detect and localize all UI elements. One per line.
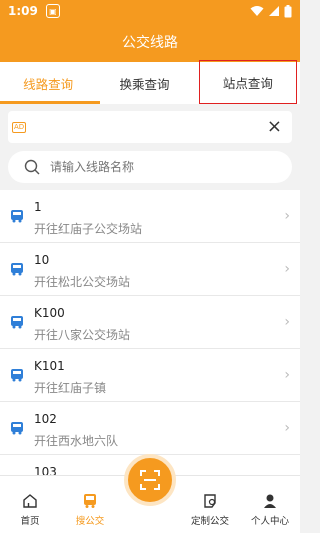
route-destination: 开往松北公交场站: [34, 275, 131, 289]
nav-home-label: 首页: [20, 516, 40, 527]
ad-tag: AD: [12, 121, 27, 133]
bus-icon: [11, 369, 23, 382]
route-destination: 开往红庙子镇: [34, 381, 107, 395]
list-item[interactable]: K100 开往八家公交场站 ›: [0, 296, 300, 349]
route-destination: 开往八家公交场站: [34, 328, 131, 342]
nav-search-bus[interactable]: 搜公交: [60, 476, 120, 533]
user-icon: [264, 494, 276, 508]
search-bar[interactable]: [8, 151, 292, 183]
nav-profile-label: 个人中心: [250, 516, 289, 527]
route-destination: 开往西水地六队: [34, 434, 119, 448]
bus-icon: [84, 494, 96, 508]
bus-icon: [11, 422, 23, 435]
route-destination: 开往红庙子公交场站: [34, 222, 143, 236]
ad-banner[interactable]: AD ×: [8, 111, 292, 143]
nav-custom-bus-label: 定制公交: [190, 516, 229, 527]
chevron-right-icon: ›: [284, 420, 290, 436]
nav-custom-bus[interactable]: 定制公交: [180, 476, 240, 533]
chevron-right-icon: ›: [284, 261, 290, 277]
nav-home[interactable]: 首页: [0, 476, 60, 533]
bus-icon: [11, 263, 23, 276]
tab-transfer-query[interactable]: 换乘查询: [96, 62, 192, 104]
route-number: K100: [34, 306, 65, 320]
chevron-right-icon: ›: [284, 367, 290, 383]
wifi-icon: [250, 6, 264, 16]
tab-stop-query[interactable]: 站点查询: [198, 60, 297, 104]
bottom-nav: 首页 搜公交 定制公交 个人中心: [0, 454, 300, 533]
query-tabs: 线路查询 换乘查询 站点查询: [0, 60, 300, 104]
page-title: 公交线路: [122, 35, 178, 51]
list-item[interactable]: 1 开往红庙子公交场站 ›: [0, 190, 300, 243]
app-header: 1:09 ▣ 公交线路: [0, 0, 300, 62]
list-item[interactable]: K101 开往红庙子镇 ›: [0, 349, 300, 402]
status-icons: [250, 4, 292, 18]
battery-icon: [284, 4, 292, 17]
route-number: K101: [34, 359, 65, 373]
home-icon: [23, 494, 37, 508]
nav-profile[interactable]: 个人中心: [240, 476, 300, 533]
nav-search-bus-label: 搜公交: [75, 516, 105, 527]
search-icon: [24, 159, 40, 175]
status-bar: 1:09 ▣: [8, 2, 292, 20]
list-item[interactable]: 10 开往松北公交场站 ›: [0, 243, 300, 296]
signal-icon: [269, 6, 279, 16]
scan-icon: [140, 470, 160, 490]
route-number: 103: [34, 465, 57, 475]
close-icon[interactable]: ×: [267, 118, 282, 136]
status-time: 1:09: [8, 4, 38, 18]
route-list: 1 开往红庙子公交场站 › 10 开往松北公交场站 › K100 开往八家公交场…: [0, 190, 300, 475]
search-input[interactable]: [50, 160, 250, 174]
bus-icon: [11, 210, 23, 223]
chevron-right-icon: ›: [284, 208, 290, 224]
list-item[interactable]: 102 开往西水地六队 ›: [0, 402, 300, 455]
custom-bus-icon: [204, 494, 216, 508]
scan-button[interactable]: [124, 454, 176, 506]
bus-icon: [11, 316, 23, 329]
tab-route-query[interactable]: 线路查询: [0, 62, 101, 104]
notification-icon: ▣: [45, 4, 60, 18]
scan-button-wrap: [120, 454, 180, 533]
chevron-right-icon: ›: [284, 314, 290, 330]
route-number: 1: [34, 200, 42, 214]
route-number: 10: [34, 253, 50, 267]
route-number: 102: [34, 412, 57, 426]
